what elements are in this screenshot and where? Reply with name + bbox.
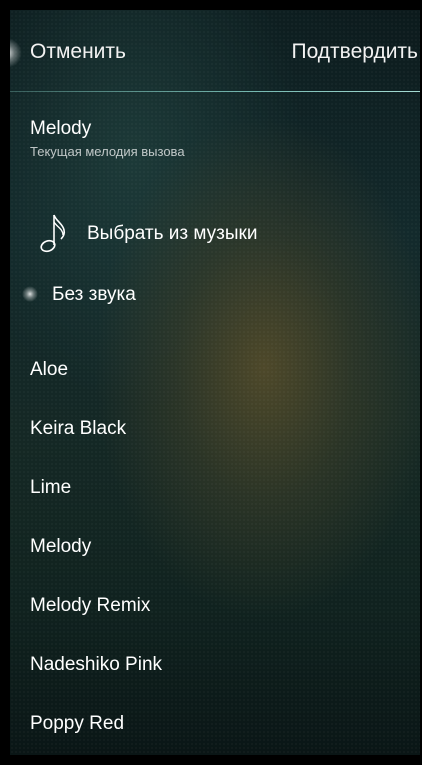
ringtone-item[interactable]: Lime (30, 473, 410, 532)
music-note-icon (40, 214, 66, 253)
pick-from-music-item[interactable]: Выбрать из музыки (30, 210, 400, 258)
current-ringtone-subtitle: Текущая мелодия вызова (30, 144, 185, 159)
header-divider (10, 91, 420, 92)
ringtone-item[interactable]: Keira Black (30, 414, 410, 473)
current-ringtone: Melody Текущая мелодия вызова (30, 118, 185, 159)
ringtone-item[interactable]: Melody Remix (30, 591, 410, 650)
current-ringtone-title: Melody (30, 118, 92, 139)
pick-from-music-label: Выбрать из музыки (87, 223, 258, 244)
ringtone-picker-screen: Отменить Подтвердить Melody Текущая мело… (10, 10, 420, 755)
ringtone-item[interactable]: Melody (30, 532, 410, 591)
top-bar: Отменить Подтвердить (10, 10, 420, 92)
silent-option[interactable]: Без звука (22, 280, 392, 310)
confirm-button[interactable]: Подтвердить (291, 40, 418, 64)
ringtone-item[interactable]: Aloe (30, 355, 410, 414)
ringtone-item[interactable]: Nadeshiko Pink (30, 650, 410, 709)
silent-option-label: Без звука (52, 284, 136, 305)
ringtone-item[interactable]: Poppy Red (30, 709, 410, 755)
ringtone-list: Aloe Keira Black Lime Melody Melody Remi… (30, 355, 410, 755)
selected-radio-indicator (22, 286, 38, 302)
cancel-button[interactable]: Отменить (30, 40, 126, 64)
glow-decoration (10, 38, 22, 68)
